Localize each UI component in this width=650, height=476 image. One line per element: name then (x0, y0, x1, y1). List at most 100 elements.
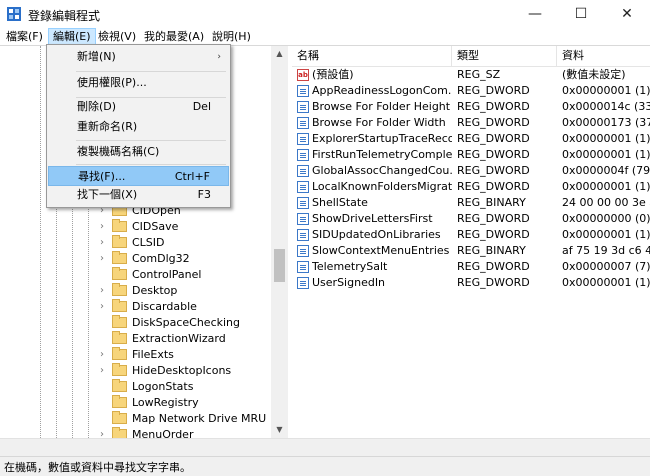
close-button[interactable]: ✕ (604, 0, 650, 28)
value-data: 0x00000001 (1) (562, 228, 650, 241)
value-type: REG_DWORD (457, 180, 530, 193)
expand-chevron-icon[interactable]: › (100, 235, 110, 251)
binary-value-icon (297, 85, 309, 97)
minimize-button[interactable]: — (512, 0, 558, 28)
value-row[interactable]: FirstRunTelemetryComplete REG_DWORD 0x00… (292, 147, 650, 163)
binary-value-icon (297, 101, 309, 113)
edit-menu-dropdown: 新增(N) › 使用權限(P)... 刪除(D) Del 重新命名(R) 複製機… (46, 44, 231, 208)
value-data: 24 00 00 00 3e a8 (562, 196, 650, 209)
value-type: REG_BINARY (457, 196, 526, 209)
tree-item-label: ControlPanel (132, 268, 202, 281)
value-name: SIDUpdatedOnLibraries (312, 228, 441, 241)
tree-item-label: CIDSave (132, 220, 179, 233)
tree-item-label: MenuOrder (132, 428, 194, 438)
menu-item-delete[interactable]: 刪除(D) Del (48, 97, 229, 117)
value-row[interactable]: ShellState REG_BINARY 24 00 00 00 3e a8 (292, 195, 650, 211)
menu-separator (76, 71, 226, 72)
binary-value-icon (297, 197, 309, 209)
menu-view[interactable]: 檢視(V) (94, 29, 140, 44)
scroll-up-arrow-icon[interactable]: ▲ (271, 46, 288, 62)
scroll-down-arrow-icon[interactable]: ▼ (271, 422, 288, 438)
value-row[interactable]: UserSignedIn REG_DWORD 0x00000001 (1) (292, 275, 650, 291)
status-bar: 在機碼，數值或資料中尋找文字字串。 (0, 456, 650, 476)
folder-icon (112, 283, 127, 296)
column-header-name[interactable]: 名稱 (292, 46, 452, 66)
title-bar: 登錄編輯程式 — ☐ ✕ (0, 0, 650, 28)
value-data: 0x00000007 (7) (562, 260, 650, 273)
menu-item-find[interactable]: 尋找(F)... Ctrl+F (48, 166, 229, 186)
value-name: Browse For Folder Height (312, 100, 451, 113)
value-row[interactable]: Browse For Folder Width REG_DWORD 0x0000… (292, 115, 650, 131)
menu-help[interactable]: 說明(H) (208, 29, 255, 44)
menu-item-label: 刪除(D) (77, 100, 117, 113)
value-data: (數值未設定) (562, 68, 626, 81)
expand-chevron-icon[interactable]: › (100, 283, 110, 299)
value-name: ShowDriveLettersFirst (312, 212, 433, 225)
folder-icon (112, 299, 127, 312)
value-row[interactable]: ab (預設值) REG_SZ (數值未設定) (292, 67, 650, 83)
value-type: REG_SZ (457, 68, 501, 81)
expand-chevron-icon[interactable]: › (100, 347, 110, 363)
expand-chevron-icon[interactable]: › (100, 251, 110, 267)
menu-item-copy-key-name[interactable]: 複製機碼名稱(C) (48, 142, 229, 162)
menu-item-find-next[interactable]: 找下一個(X) F3 (48, 185, 229, 205)
value-row[interactable]: LocalKnownFoldersMigrat... REG_DWORD 0x0… (292, 179, 650, 195)
menu-item-new[interactable]: 新增(N) › (48, 47, 229, 67)
value-row[interactable]: AppReadinessLogonCom... REG_DWORD 0x0000… (292, 83, 650, 99)
maximize-button[interactable]: ☐ (558, 0, 604, 28)
folder-icon (112, 235, 127, 248)
status-text: 在機碼，數值或資料中尋找文字字串。 (4, 461, 191, 474)
menu-item-rename[interactable]: 重新命名(R) (48, 117, 229, 137)
folder-icon (112, 219, 127, 232)
value-name: TelemetrySalt (312, 260, 388, 273)
column-header-type[interactable]: 類型 (452, 46, 557, 66)
menu-item-label: 重新命名(R) (77, 120, 138, 133)
folder-icon (112, 427, 127, 438)
menu-item-permissions[interactable]: 使用權限(P)... (48, 73, 229, 93)
value-row[interactable]: GlobalAssocChangedCou... REG_DWORD 0x000… (292, 163, 650, 179)
value-type: REG_DWORD (457, 276, 530, 289)
tree-item-label: LowRegistry (132, 396, 199, 409)
value-data: 0x0000004f (79) (562, 164, 650, 177)
values-list-pane[interactable]: 名稱 類型 資料 ab (預設值) REG_SZ (數值未設定) AppRead… (292, 46, 650, 438)
tree-item-label: DiskSpaceChecking (132, 316, 240, 329)
menu-item-label: 使用權限(P)... (77, 76, 147, 89)
binary-value-icon (297, 133, 309, 145)
menu-separator (76, 140, 226, 141)
tree-item-label: Map Network Drive MRU (132, 412, 267, 425)
value-type: REG_DWORD (457, 84, 530, 97)
column-header-data[interactable]: 資料 (557, 46, 650, 66)
binary-value-icon (297, 165, 309, 177)
menu-item-label: 複製機碼名稱(C) (77, 145, 160, 158)
scroll-thumb[interactable] (274, 249, 285, 282)
value-row[interactable]: ShowDriveLettersFirst REG_DWORD 0x000000… (292, 211, 650, 227)
value-row[interactable]: Browse For Folder Height REG_DWORD 0x000… (292, 99, 650, 115)
expand-chevron-icon[interactable]: › (100, 299, 110, 315)
tree-item-label: ExtractionWizard (132, 332, 226, 345)
value-row[interactable]: SIDUpdatedOnLibraries REG_DWORD 0x000000… (292, 227, 650, 243)
expand-chevron-icon[interactable]: › (100, 427, 110, 438)
binary-value-icon (297, 149, 309, 161)
folder-icon (112, 315, 127, 328)
menu-edit[interactable]: 編輯(E) (48, 28, 96, 45)
folder-icon (112, 363, 127, 376)
tree-vertical-scrollbar[interactable]: ▲ ▼ (271, 46, 288, 438)
value-row[interactable]: ExplorerStartupTraceReco... REG_DWORD 0x… (292, 131, 650, 147)
bottom-scroll-area (0, 438, 650, 457)
menu-file[interactable]: 檔案(F) (2, 29, 47, 44)
tree-item-label: HideDesktopIcons (132, 364, 232, 377)
binary-value-icon (297, 181, 309, 193)
value-data: 0x00000173 (371) (562, 116, 650, 129)
expand-chevron-icon[interactable]: › (100, 219, 110, 235)
value-data: 0x00000001 (1) (562, 276, 650, 289)
menu-item-label: 找下一個(X) (77, 188, 138, 201)
binary-value-icon (297, 245, 309, 257)
folder-icon (112, 251, 127, 264)
value-type: REG_DWORD (457, 212, 530, 225)
menu-item-shortcut: Ctrl+F (174, 170, 210, 183)
value-row[interactable]: SlowContextMenuEntries REG_BINARY af 75 … (292, 243, 650, 259)
window-title: 登錄編輯程式 (28, 9, 101, 23)
menu-favorites[interactable]: 我的最愛(A) (140, 29, 208, 44)
value-row[interactable]: TelemetrySalt REG_DWORD 0x00000007 (7) (292, 259, 650, 275)
expand-chevron-icon[interactable]: › (100, 363, 110, 379)
